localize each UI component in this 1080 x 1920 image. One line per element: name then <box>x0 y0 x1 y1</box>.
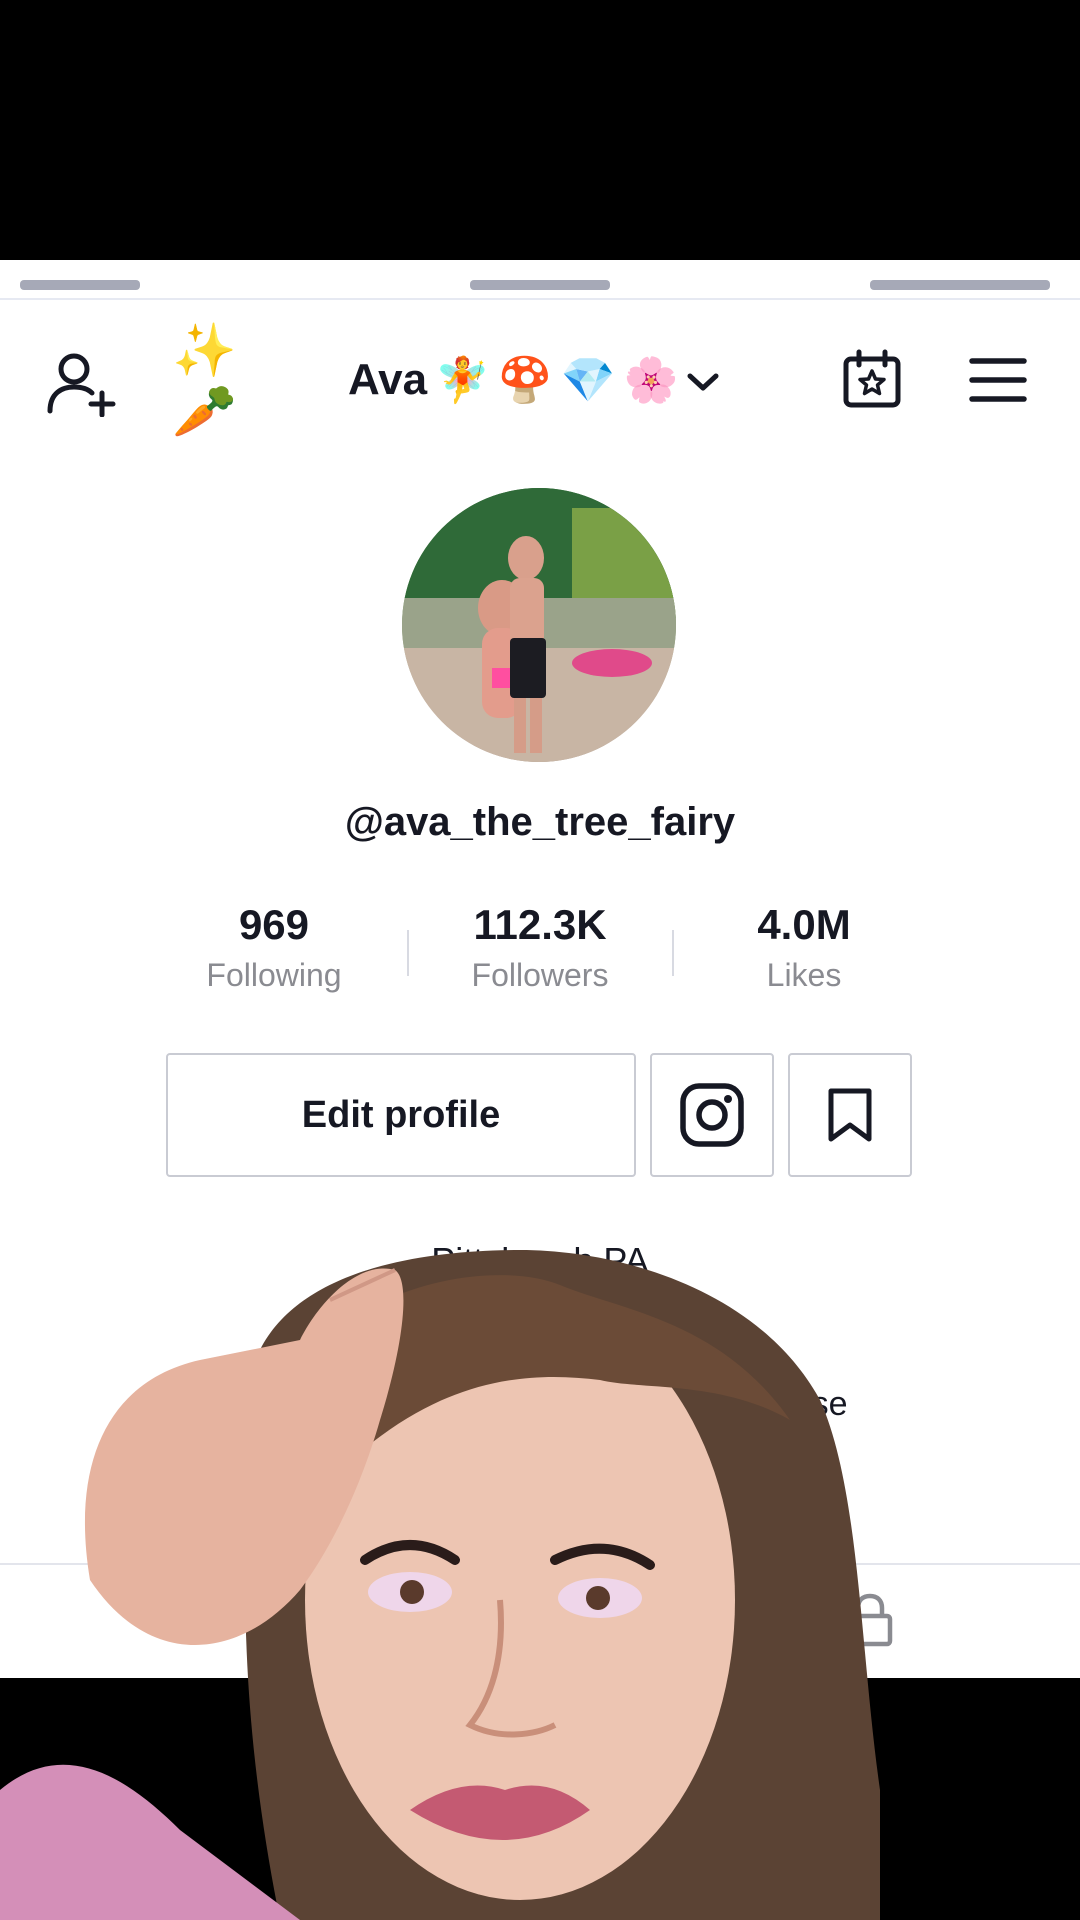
following-count: 969 <box>238 901 310 948</box>
instagram-button[interactable] <box>650 1053 774 1177</box>
add-user-icon[interactable] <box>40 348 120 418</box>
likes-count: 4.0M <box>757 901 851 948</box>
following-label: Following <box>206 957 342 993</box>
letterbox-top <box>0 0 1080 260</box>
stat-divider <box>407 930 409 976</box>
tabs-divider <box>0 1563 1080 1565</box>
favorites-button[interactable] <box>788 1053 912 1177</box>
letterbox-bottom <box>0 1678 1080 1920</box>
blossom-emoji: 🌸 <box>623 356 679 405</box>
calendar-star-icon[interactable] <box>840 348 904 412</box>
avatar[interactable] <box>402 488 676 762</box>
hamburger-menu-icon[interactable] <box>966 352 1030 408</box>
mushroom-emoji: 🍄 <box>497 356 553 405</box>
likes-label: Likes <box>766 957 842 993</box>
followers-label: Followers <box>471 957 609 993</box>
profile-handle: @ava_the_tree_fairy <box>344 800 736 844</box>
account-switcher[interactable]: Ava 🧚 🍄 💎 🌸 <box>348 350 720 410</box>
account-name: Ava <box>348 355 428 404</box>
gem-emoji: 💎 <box>560 356 616 405</box>
status-bar <box>0 260 1080 300</box>
carrot-sparkle-icon[interactable]: ✨🥕 <box>172 322 246 441</box>
fairy-emoji: 🧚 <box>435 356 490 405</box>
stat-divider <box>672 930 674 976</box>
bio-text-fragment: tha <box>346 1385 394 1423</box>
stat-likes[interactable]: 4.0M Likes <box>694 900 914 1000</box>
followers-count: 112.3K <box>473 901 607 948</box>
lock-icon[interactable] <box>842 1592 898 1653</box>
profile-stats: 969 Following 112.3K Followers 4.0M Like… <box>0 900 1080 1020</box>
chevron-down-icon <box>686 355 720 405</box>
stat-following[interactable]: 969 Following <box>164 900 384 1000</box>
brand-emoji: ✨🥕 <box>172 322 237 441</box>
instagram-icon <box>680 1083 744 1147</box>
tiktok-profile-screen: ✨🥕 Ava 🧚 🍄 💎 🌸 @ava_the_tree_fairy 969 F… <box>0 260 1080 1678</box>
edit-profile-button[interactable]: Edit profile <box>166 1053 636 1177</box>
bio-location: Pittsburgh PA <box>431 1240 649 1281</box>
profile-top-bar: ✨🥕 Ava 🧚 🍄 💎 🌸 <box>0 322 1080 441</box>
bio-text-fragment: ehouse <box>736 1385 848 1423</box>
stat-followers[interactable]: 112.3K Followers <box>430 900 650 1000</box>
bookmark-icon <box>828 1088 872 1142</box>
